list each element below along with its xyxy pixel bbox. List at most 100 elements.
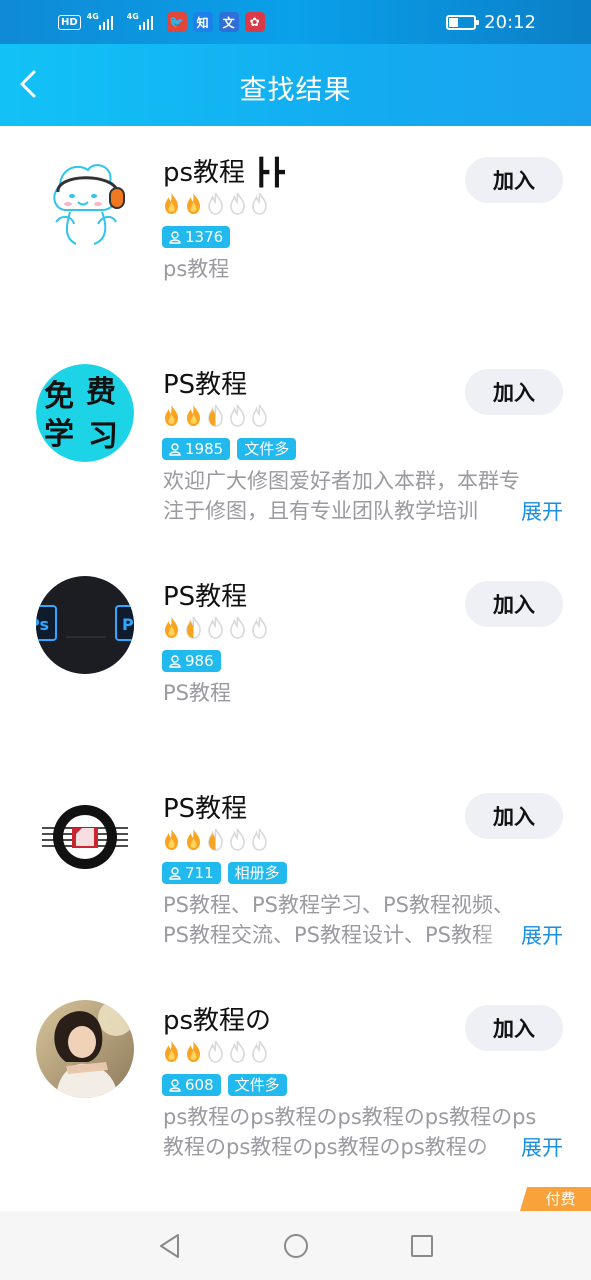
group-name: PS教程 [163, 794, 248, 824]
activity-flames [162, 616, 269, 639]
nav-back-button[interactable] [152, 1228, 188, 1264]
group-result-item[interactable]: ps教程 ┣┣ 1376 ps教程 加入 [0, 126, 591, 338]
member-count-tag: 608 [162, 1074, 221, 1096]
flame-half-icon [208, 828, 223, 851]
join-button[interactable]: 加入 [465, 793, 563, 839]
member-count: 711 [185, 864, 214, 882]
group-tags: 986 [162, 650, 221, 672]
group-avatar[interactable] [36, 788, 134, 886]
triangle-back-icon [159, 1233, 179, 1258]
person-icon [169, 866, 181, 880]
status-left: HD 4G 4G 🐦 知文 ✿ [58, 10, 265, 34]
text-app-icon: 文 [218, 12, 239, 32]
flame-icon [165, 617, 178, 638]
group-name: PS教程 [163, 582, 248, 612]
flame-icon [165, 405, 178, 426]
group-tags: 608 文件多 [162, 1074, 287, 1096]
flame-empty-icon [230, 192, 245, 215]
description-line: 注于修图，且有专业团队教学培训 [163, 496, 518, 526]
flame-icon [187, 829, 200, 850]
flame-icon [165, 193, 178, 214]
svg-text:习: 习 [88, 419, 118, 454]
member-count: 986 [185, 652, 214, 670]
description-line: PS教程、PS教程学习、PS教程视频、 [163, 893, 514, 917]
svg-text:Ps: Ps [122, 615, 134, 634]
signal-icon: 4G [87, 12, 121, 32]
group-avatar[interactable] [36, 1000, 134, 1098]
flame-icon [187, 405, 200, 426]
group-tags: 711 相册多 [162, 862, 287, 884]
description-line: 教程のps教程のps教程のps教程の [163, 1132, 518, 1162]
flame-empty-icon [252, 1040, 267, 1063]
group-result-item[interactable]: PS教程 711 相册多 PS教程、PS教程学习、PS教程视频、 PS教程交流、… [0, 762, 591, 974]
group-avatar[interactable]: Ps Ps [36, 576, 134, 674]
flame-empty-icon [208, 192, 223, 215]
page-title: 查找结果 [239, 75, 352, 106]
join-button[interactable]: 加入 [465, 581, 563, 627]
hd-badge: HD [58, 14, 81, 30]
flame-empty-icon [252, 828, 267, 851]
flame-empty-icon [230, 828, 245, 851]
flame-empty-icon [252, 192, 267, 215]
description-line: ps教程 [163, 257, 230, 281]
description-line: PS教程交流、PS教程设计、PS教程 [163, 920, 518, 950]
svg-text:学: 学 [44, 417, 74, 452]
group-avatar[interactable]: 免 费 学 习 [36, 364, 134, 462]
bird-app-icon: 🐦 [166, 12, 187, 32]
group-name: PS教程 [163, 370, 248, 400]
group-description: ps教程のps教程のps教程のps教程のps 教程のps教程のps教程のps教程… [163, 1102, 563, 1162]
activity-flames [162, 1040, 269, 1063]
flame-empty-icon [230, 616, 245, 639]
group-name: ps教程 ┣┣ [163, 158, 285, 188]
expand-link[interactable]: 展开 [521, 920, 563, 950]
flame-empty-icon [208, 1040, 223, 1063]
group-result-item[interactable]: Ps Ps PS教程 986 PS教程 加入 [0, 550, 591, 762]
group-result-item[interactable]: 免 费 学 习 PS教程 1985 文件多 欢迎广大修图爱好者加入本群，本群专 … [0, 338, 591, 550]
description-line: PS教程 [163, 681, 231, 705]
group-name: ps教程の [163, 1006, 272, 1036]
activity-flames [162, 404, 269, 427]
flower-app-icon: ✿ [244, 12, 265, 32]
member-count-tag: 711 [162, 862, 221, 884]
nav-home-button[interactable] [278, 1228, 314, 1264]
flame-icon [165, 829, 178, 850]
signal-icon: 4G [127, 12, 161, 32]
join-button[interactable]: 加入 [465, 369, 563, 415]
flame-half-icon [186, 616, 201, 639]
member-count: 608 [185, 1076, 214, 1094]
battery-icon [446, 14, 480, 30]
member-count: 1985 [185, 440, 224, 458]
svg-text:免: 免 [44, 379, 74, 414]
group-tags: 1376 [162, 226, 231, 248]
flame-empty-icon [230, 404, 245, 427]
feature-tag: 文件多 [237, 438, 297, 460]
group-description: PS教程 [163, 678, 563, 708]
flame-empty-icon [230, 1040, 245, 1063]
person-icon [169, 654, 181, 668]
status-bar: HD 4G 4G 🐦 知文 ✿ 20:12 [0, 0, 591, 44]
nav-recents-button[interactable] [404, 1228, 440, 1264]
member-count-tag: 986 [162, 650, 221, 672]
group-description: 欢迎广大修图爱好者加入本群，本群专 注于修图，且有专业团队教学培训 [163, 466, 563, 526]
person-icon [169, 1078, 181, 1092]
person-icon [169, 230, 181, 244]
group-avatar[interactable] [36, 152, 134, 250]
expand-link[interactable]: 展开 [521, 496, 563, 526]
flame-icon [187, 1041, 200, 1062]
description-line: ps教程のps教程のps教程のps教程のps [163, 1105, 537, 1129]
join-button[interactable]: 加入 [465, 157, 563, 203]
group-result-item[interactable]: ps教程の 608 文件多 ps教程のps教程のps教程のps教程のps 教程の… [0, 974, 591, 1186]
description-line: 欢迎广大修图爱好者加入本群，本群专 [163, 469, 520, 493]
svg-text:Ps: Ps [36, 615, 49, 634]
feature-tag: 文件多 [227, 1074, 287, 1096]
join-button[interactable]: 加入 [465, 1005, 563, 1051]
notification-icons: 🐦 知文 ✿ [166, 12, 265, 32]
member-count: 1376 [185, 228, 224, 246]
activity-flames [162, 192, 269, 215]
paid-badge: 付费 [520, 1187, 591, 1211]
flame-empty-icon [208, 616, 223, 639]
member-count-tag: 1985 [162, 438, 231, 460]
expand-link[interactable]: 展开 [521, 1132, 563, 1162]
status-right: 20:12 [446, 9, 536, 35]
person-icon [169, 442, 181, 456]
